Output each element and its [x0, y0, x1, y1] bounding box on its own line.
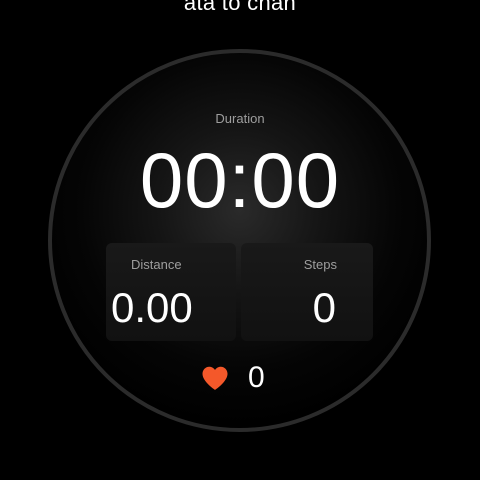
workout-screen: ata to chan Duration 00:00 Distance 0.00… [0, 0, 480, 480]
steps-tile[interactable]: Steps 0 [241, 243, 373, 341]
steps-label: Steps [303, 257, 337, 272]
heart-rate-row: 0 [200, 362, 265, 394]
distance-label: Distance [131, 257, 182, 272]
heart-icon-shape [202, 366, 228, 390]
heart-icon [202, 366, 228, 390]
duration-label: Duration [215, 111, 265, 126]
distance-value: 0.00 [111, 284, 193, 331]
steps-value: 0 [312, 284, 336, 331]
distance-tile[interactable]: Distance 0.00 [106, 243, 236, 341]
duration-value: 00:00 [139, 136, 341, 224]
scroll-hint-text: ata to chan [183, 0, 297, 15]
heart-rate-value: 0 [248, 361, 265, 394]
